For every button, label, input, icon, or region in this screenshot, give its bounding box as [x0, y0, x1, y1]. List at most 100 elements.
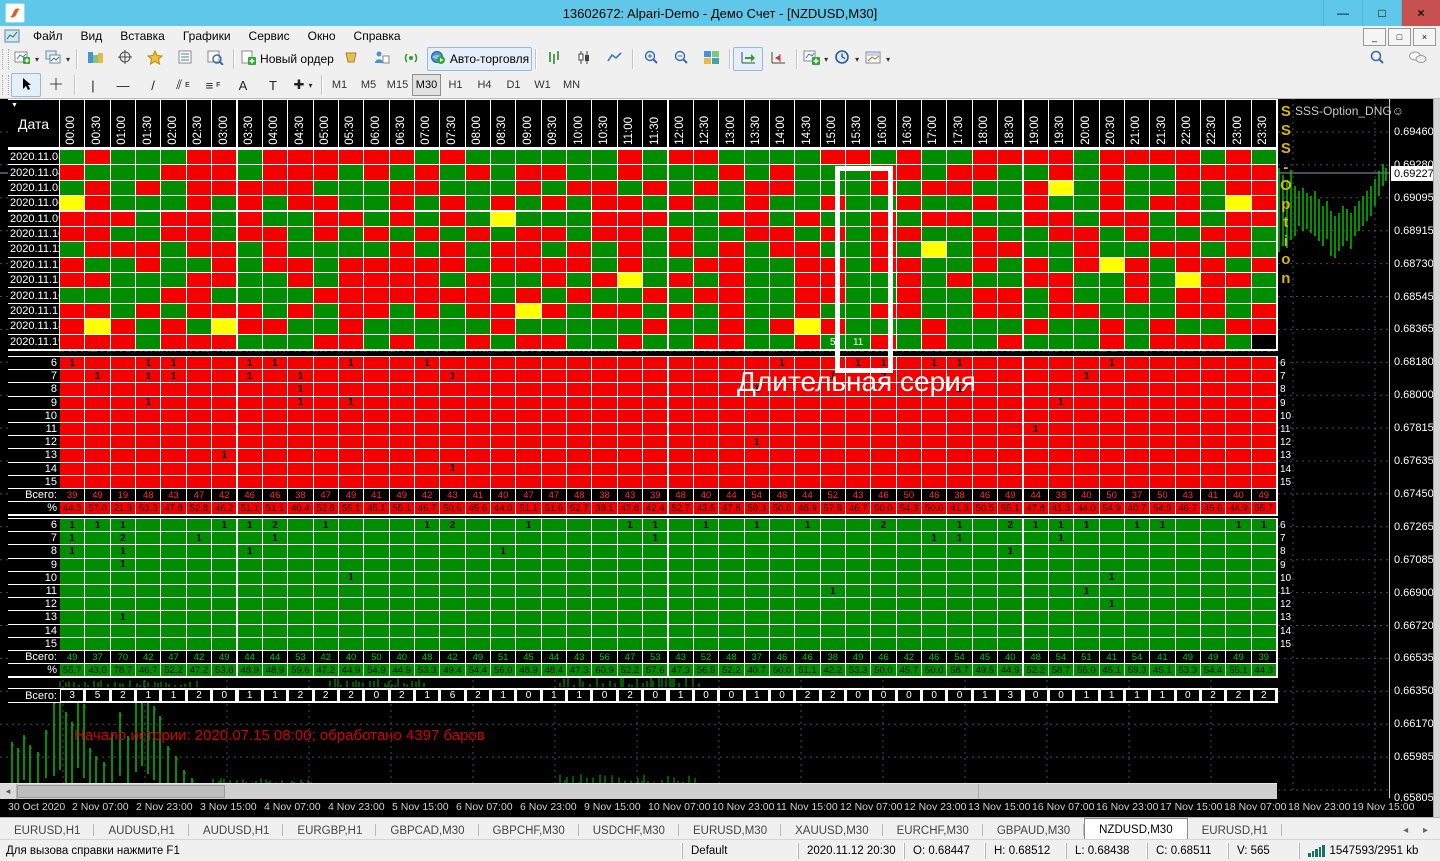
timeframe-w1[interactable]: W1	[528, 74, 557, 96]
scroll-left-arrow[interactable]: ◂	[0, 784, 17, 799]
cursor-button[interactable]	[11, 73, 41, 97]
crosshair-mode-button[interactable]	[110, 47, 140, 71]
tile-windows-button[interactable]	[696, 47, 726, 71]
auto-scroll-button[interactable]	[733, 47, 763, 71]
restore-button[interactable]: □	[1362, 0, 1401, 26]
timeframe-h4[interactable]: H4	[470, 74, 499, 96]
chart-window-button[interactable]: ▾	[42, 47, 73, 71]
red-section-cell	[491, 423, 515, 435]
menu-item-3[interactable]: Графики	[174, 27, 240, 45]
horizontal-scrollbar[interactable]: ◂	[0, 783, 1277, 799]
heatmap-cell	[542, 212, 566, 226]
timeframe-d1[interactable]: D1	[499, 74, 528, 96]
market-watch-button[interactable]	[170, 47, 200, 71]
tab-eurgbp-h1[interactable]: EURGBP,H1	[283, 821, 376, 840]
trend-line-button[interactable]: /	[138, 73, 168, 97]
red-section-cell	[592, 397, 616, 409]
bar-chart-mode-button[interactable]	[539, 47, 569, 71]
candle-mode-button[interactable]	[569, 47, 599, 71]
tab-scroll-arrows[interactable]: ◂ ▸	[1403, 825, 1434, 836]
timeframe-mn[interactable]: MN	[557, 74, 586, 96]
minimize-button[interactable]: —	[1323, 0, 1362, 26]
timeframe-h1[interactable]: H1	[441, 74, 470, 96]
shapes-button[interactable]: ✚▾	[288, 73, 318, 97]
chart-shift-button[interactable]	[763, 47, 793, 71]
fibonacci-button[interactable]: ≡F	[198, 73, 228, 97]
text-button[interactable]: A	[228, 73, 258, 97]
tab-eurchf-m30[interactable]: EURCHF,M30	[883, 821, 983, 840]
heatmap-cell	[1252, 304, 1276, 318]
red-section-cell	[1049, 476, 1073, 488]
profiles-button[interactable]	[80, 47, 110, 71]
green-section-cell: 1	[60, 545, 84, 557]
signals-button[interactable]	[397, 47, 427, 71]
equidistant-channel-button[interactable]: ⫽E	[168, 73, 198, 97]
strategy-tester-button[interactable]	[367, 47, 397, 71]
child-minimize-button[interactable]: _	[1363, 28, 1386, 46]
date-row-label: 2020.11.16	[8, 288, 59, 302]
tab-audusd-h1[interactable]: AUDUSD,H1	[189, 821, 283, 840]
heatmap-cell	[1049, 227, 1073, 241]
search-button[interactable]	[1362, 47, 1392, 71]
heatmap-cell	[238, 181, 262, 195]
terminal-button[interactable]	[337, 47, 367, 71]
tab-usdchf-m30[interactable]: USDCHF,M30	[579, 821, 679, 840]
tab-eurusd-h1[interactable]: EURUSD,H1	[0, 821, 94, 840]
status-profile[interactable]: Default	[682, 843, 798, 859]
auto-trading-button[interactable]: Авто-торговля	[427, 47, 532, 71]
new-order-button[interactable]: Новый ордер	[237, 47, 337, 71]
date-column-header[interactable]: Дата▼	[8, 100, 59, 147]
scrollbar-thumb[interactable]	[17, 785, 225, 798]
red-section-cell	[364, 463, 388, 475]
indicators-button[interactable]: ▾	[800, 47, 831, 71]
menu-item-1[interactable]: Вид	[72, 27, 112, 45]
zoom-in-button[interactable]	[636, 47, 666, 71]
horizontal-line-button[interactable]: —	[108, 73, 138, 97]
red-section-cell	[339, 476, 363, 488]
vertical-line-button[interactable]: |	[78, 73, 108, 97]
time-axis-label: 16 Nov 07:00	[1032, 801, 1094, 813]
timeframe-m5[interactable]: M5	[354, 74, 383, 96]
tab-xauusd-m30[interactable]: XAUUSD,M30	[781, 821, 883, 840]
red-section-cell	[212, 397, 236, 409]
heatmap-cell	[998, 258, 1022, 272]
menu-item-5[interactable]: Окно	[299, 27, 345, 45]
close-button[interactable]: ×	[1401, 0, 1440, 26]
tab-eurusd-h1[interactable]: EURUSD,H1	[1188, 821, 1282, 840]
text-label-button[interactable]: T	[258, 73, 288, 97]
periods-button[interactable]: ▾	[831, 47, 862, 71]
crosshair-button[interactable]	[41, 73, 71, 97]
heatmap-cell	[364, 335, 388, 349]
time-axis: 30 Oct 20202 Nov 07:002 Nov 23:003 Nov 1…	[0, 798, 1440, 817]
price-axis-label: 0.68180	[1394, 356, 1434, 368]
red-section-right-row-label: 15	[1280, 477, 1291, 488]
timeframe-m1[interactable]: M1	[325, 74, 354, 96]
heatmap-cell	[491, 258, 515, 272]
templates-button[interactable]: ▾	[862, 47, 893, 71]
tab-gbpaud-m30[interactable]: GBPAUD,M30	[983, 821, 1084, 840]
new-chart-button[interactable]: ▾	[11, 47, 42, 71]
menu-item-4[interactable]: Сервис	[240, 27, 299, 45]
tab-gbpchf-m30[interactable]: GBPCHF,M30	[479, 821, 579, 840]
tab-gbpcad-m30[interactable]: GBPCAD,M30	[376, 821, 478, 840]
line-mode-button[interactable]	[599, 47, 629, 71]
data-window-button[interactable]	[200, 47, 230, 71]
heatmap-cell	[719, 335, 743, 349]
heatmap-cell	[161, 273, 185, 287]
menu-item-0[interactable]: Файл	[24, 27, 72, 45]
chat-button[interactable]	[1402, 47, 1432, 71]
tab-nzdusd-m30[interactable]: NZDUSD,M30	[1084, 818, 1187, 840]
red-section-row-label: 14	[8, 463, 61, 475]
tab-eurusd-m30[interactable]: EURUSD,M30	[679, 821, 781, 840]
menu-item-2[interactable]: Вставка	[111, 27, 174, 45]
zoom-out-button[interactable]	[666, 47, 696, 71]
menu-item-6[interactable]: Справка	[345, 27, 410, 45]
timeframe-m30[interactable]: M30	[412, 74, 441, 96]
favorites-button[interactable]	[140, 47, 170, 71]
timeframe-m15[interactable]: M15	[383, 74, 412, 96]
child-restore-button[interactable]: □	[1388, 28, 1411, 46]
tab-audusd-h1[interactable]: AUDUSD,H1	[94, 821, 188, 840]
heatmap-cell	[111, 150, 135, 164]
heatmap-cell	[238, 165, 262, 179]
child-close-button[interactable]: ×	[1413, 28, 1436, 46]
